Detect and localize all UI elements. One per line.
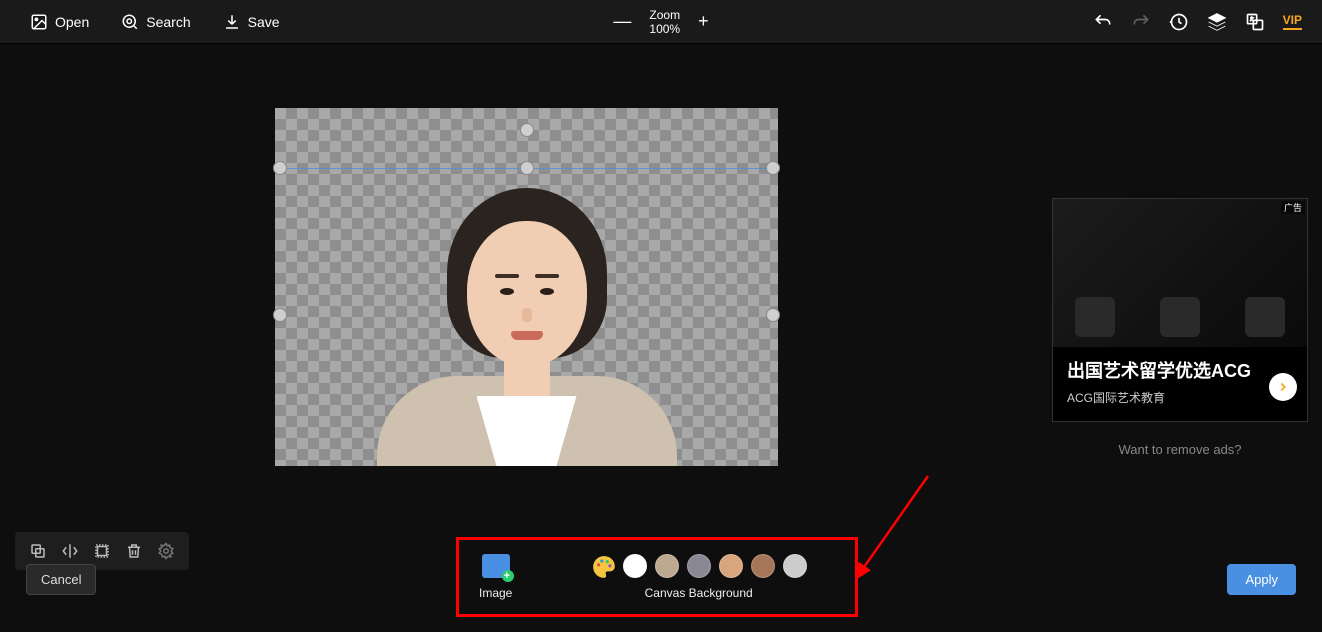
zoom-display[interactable]: Zoom 100% <box>649 8 680 36</box>
upload-bg-image-button[interactable] <box>482 554 510 578</box>
flip-v-icon <box>93 542 111 560</box>
portrait-image[interactable] <box>367 166 687 466</box>
resize-handle-top[interactable] <box>520 123 534 137</box>
color-swatch-4[interactable] <box>751 554 775 578</box>
canvas[interactable] <box>275 108 778 466</box>
flip-vertical-button[interactable] <box>91 540 113 562</box>
ad-footer: 出国艺术留学优选ACG ACG国际艺术教育 <box>1053 347 1307 422</box>
ad-body: 广告 <box>1053 199 1307 347</box>
layers-button[interactable] <box>1207 12 1227 32</box>
color-picker-button[interactable] <box>591 554 615 578</box>
bg-image-label: Image <box>479 586 512 600</box>
translate-icon <box>1245 12 1265 32</box>
redo-button[interactable] <box>1131 12 1151 32</box>
save-label: Save <box>248 14 280 30</box>
zoom-in-button[interactable]: + <box>698 11 709 32</box>
bg-canvas-column: Canvas Background <box>562 554 835 600</box>
color-swatch-5[interactable] <box>783 554 807 578</box>
search-label: Search <box>146 14 190 30</box>
search-button[interactable]: Search <box>121 13 190 31</box>
remove-ads-link[interactable]: Want to remove ads? <box>1052 442 1308 457</box>
color-swatch-2[interactable] <box>687 554 711 578</box>
copy-button[interactable] <box>27 540 49 562</box>
zoom-out-button[interactable]: — <box>613 11 631 32</box>
resize-handle-top-left[interactable] <box>273 161 287 175</box>
background-panel: Image Canvas Background <box>456 537 858 617</box>
advertisement[interactable]: 广告 出国艺术留学优选ACG ACG国际艺术教育 <box>1052 198 1308 422</box>
swatch-row <box>591 554 807 578</box>
redo-icon <box>1131 12 1151 32</box>
color-swatch-3[interactable] <box>719 554 743 578</box>
bg-canvas-label: Canvas Background <box>645 586 753 600</box>
layers-icon <box>1207 12 1227 32</box>
gear-icon <box>157 542 175 560</box>
ad-title: 出国艺术留学优选ACG <box>1067 357 1293 383</box>
ad-tag: 广告 <box>1281 201 1305 214</box>
vip-badge[interactable]: VIP <box>1283 13 1302 30</box>
apply-button[interactable]: Apply <box>1227 564 1296 595</box>
zoom-control: — Zoom 100% + <box>613 8 708 36</box>
top-toolbar: Open Search Save — Zoom 100% + <box>0 0 1322 44</box>
resize-handle-right[interactable] <box>766 308 780 322</box>
color-swatch-0[interactable] <box>623 554 647 578</box>
flip-horizontal-button[interactable] <box>59 540 81 562</box>
trash-icon <box>125 542 143 560</box>
annotation-arrow <box>848 472 938 582</box>
zoom-text: Zoom <box>649 8 680 22</box>
delete-button[interactable] <box>123 540 145 562</box>
zoom-value: 100% <box>649 22 680 36</box>
chevron-right-icon <box>1276 380 1290 394</box>
translate-button[interactable] <box>1245 12 1265 32</box>
bg-image-column: Image <box>479 554 512 600</box>
top-toolbar-left: Open Search Save <box>30 13 280 31</box>
image-icon <box>30 13 48 31</box>
undo-button[interactable] <box>1093 12 1113 32</box>
canvas-transparent-bg <box>275 108 778 466</box>
undo-icon <box>1093 12 1113 32</box>
copy-icon <box>29 542 47 560</box>
open-button[interactable]: Open <box>30 13 89 31</box>
settings-button[interactable] <box>155 540 177 562</box>
history-icon <box>1169 12 1189 32</box>
search-icon <box>121 13 139 31</box>
color-swatch-1[interactable] <box>655 554 679 578</box>
flip-h-icon <box>61 542 79 560</box>
resize-handle-mid-top[interactable] <box>520 161 534 175</box>
cancel-button[interactable]: Cancel <box>26 564 96 595</box>
open-label: Open <box>55 14 89 30</box>
top-toolbar-right: VIP <box>1093 12 1302 32</box>
download-icon <box>223 13 241 31</box>
resize-handle-left[interactable] <box>273 308 287 322</box>
ad-subtitle: ACG国际艺术教育 <box>1067 389 1293 406</box>
resize-handle-top-right[interactable] <box>766 161 780 175</box>
save-button[interactable]: Save <box>223 13 280 31</box>
ad-arrow-button[interactable] <box>1269 373 1297 401</box>
palette-icon <box>591 554 617 580</box>
history-button[interactable] <box>1169 12 1189 32</box>
